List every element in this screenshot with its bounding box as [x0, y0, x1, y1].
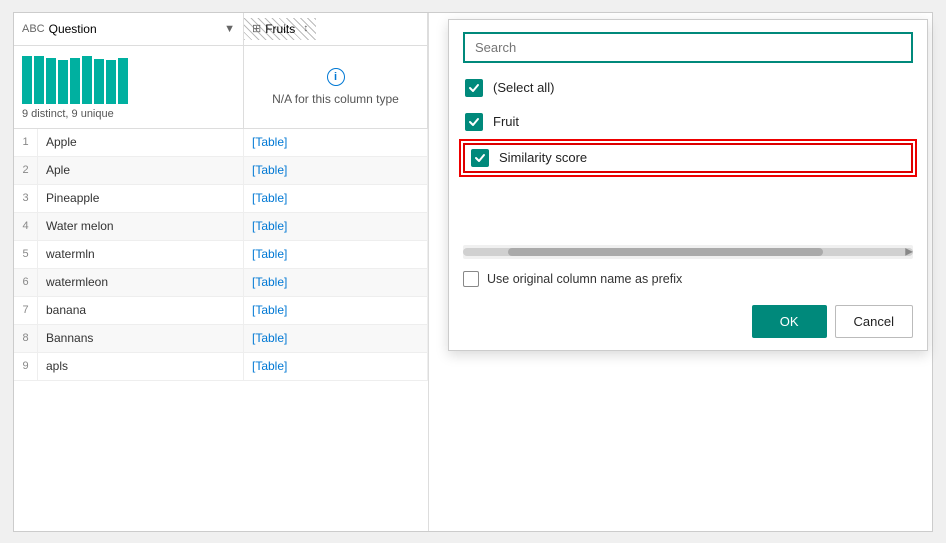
- cancel-button[interactable]: Cancel: [835, 305, 913, 338]
- dropdown-arrow-icon[interactable]: ▼: [224, 23, 235, 35]
- data-rows: 1 Apple [Table] 2 Aple [Table] 3 Pineapp…: [14, 129, 428, 531]
- table-row[interactable]: 3 Pineapple [Table]: [14, 185, 428, 213]
- search-input-wrapper[interactable]: [463, 32, 913, 63]
- row-question: Aple: [38, 157, 244, 184]
- col-question-label: Question: [49, 22, 97, 36]
- row-number: 4: [14, 213, 38, 240]
- table-header: ABC Question ▼ ⊞ Fruits ↕: [14, 13, 428, 46]
- bar-1: [22, 56, 32, 104]
- row-fruits[interactable]: [Table]: [244, 241, 428, 268]
- row-number: 2: [14, 157, 38, 184]
- bar-2: [34, 56, 44, 104]
- col-header-fruits[interactable]: ⊞ Fruits ↕: [244, 13, 428, 45]
- checkbox-box-fruit: [465, 113, 483, 131]
- bar-7: [94, 59, 104, 104]
- row-number: 9: [14, 353, 38, 380]
- data-table: ABC Question ▼ ⊞ Fruits ↕: [14, 13, 429, 531]
- row-number: 7: [14, 297, 38, 324]
- search-input[interactable]: [475, 40, 901, 55]
- row-number: 6: [14, 269, 38, 296]
- bar-6: [82, 56, 92, 104]
- prefix-checkbox-row[interactable]: Use original column name as prefix: [449, 263, 927, 295]
- row-number: 1: [14, 129, 38, 156]
- profile-row: 9 distinct, 9 unique i N/A for this colu…: [14, 46, 428, 129]
- profile-na-cell: i N/A for this column type: [244, 46, 428, 128]
- info-icon: i: [327, 68, 345, 86]
- table-row[interactable]: 8 Bannans [Table]: [14, 325, 428, 353]
- table-row[interactable]: 7 banana [Table]: [14, 297, 428, 325]
- prefix-checkbox-label: Use original column name as prefix: [487, 272, 682, 286]
- row-question: banana: [38, 297, 244, 324]
- col-header-question[interactable]: ABC Question ▼: [14, 13, 244, 45]
- checkbox-similarity[interactable]: Similarity score: [463, 143, 913, 173]
- checkbox-box-similarity: [471, 149, 489, 167]
- bar-9: [118, 58, 128, 104]
- row-fruits[interactable]: [Table]: [244, 185, 428, 212]
- scrollbar-thumb[interactable]: [508, 248, 823, 256]
- ok-button[interactable]: OK: [752, 305, 827, 338]
- checkbox-select-all[interactable]: (Select all): [463, 75, 913, 101]
- row-question: Pineapple: [38, 185, 244, 212]
- row-fruits[interactable]: [Table]: [244, 325, 428, 352]
- distinct-label: 9 distinct, 9 unique: [22, 108, 235, 120]
- scrollbar-area[interactable]: ◀ ▶: [463, 245, 913, 259]
- bar-3: [46, 58, 56, 104]
- row-question: Bannans: [38, 325, 244, 352]
- dialog-footer: OK Cancel: [449, 295, 927, 350]
- row-fruits[interactable]: [Table]: [244, 353, 428, 380]
- row-number: 3: [14, 185, 38, 212]
- spacer: [449, 181, 927, 241]
- dropdown-panel: (Select all) Fruit: [448, 19, 928, 351]
- dialog-overlay: (Select all) Fruit: [424, 13, 932, 531]
- checkbox-label-select-all: (Select all): [493, 80, 554, 95]
- row-question: Water melon: [38, 213, 244, 240]
- scrollbar-right-button[interactable]: ▶: [905, 246, 913, 257]
- row-fruits[interactable]: [Table]: [244, 129, 428, 156]
- table-row[interactable]: 4 Water melon [Table]: [14, 213, 428, 241]
- table-row[interactable]: 1 Apple [Table]: [14, 129, 428, 157]
- row-fruits[interactable]: [Table]: [244, 269, 428, 296]
- table-icon: ⊞: [252, 22, 261, 35]
- table-row[interactable]: 5 watermln [Table]: [14, 241, 428, 269]
- bar-4: [58, 60, 68, 104]
- bar-5: [70, 58, 80, 104]
- table-row[interactable]: 9 apls [Table]: [14, 353, 428, 381]
- prefix-checkbox-box[interactable]: [463, 271, 479, 287]
- checkbox-box-select-all: [465, 79, 483, 97]
- checkbox-fruit[interactable]: Fruit: [463, 109, 913, 135]
- row-fruits[interactable]: [Table]: [244, 157, 428, 184]
- bar-8: [106, 60, 116, 104]
- row-fruits[interactable]: [Table]: [244, 213, 428, 240]
- row-question: Apple: [38, 129, 244, 156]
- bar-chart: [22, 54, 235, 104]
- sort-icon[interactable]: ↕: [303, 23, 308, 34]
- row-number: 8: [14, 325, 38, 352]
- row-question: apls: [38, 353, 244, 380]
- checkbox-list: (Select all) Fruit: [449, 71, 927, 181]
- scrollbar-track: [463, 248, 913, 256]
- table-row[interactable]: 2 Aple [Table]: [14, 157, 428, 185]
- profile-chart-cell: 9 distinct, 9 unique: [14, 46, 244, 128]
- na-label: N/A for this column type: [272, 92, 399, 106]
- checkbox-label-similarity: Similarity score: [499, 150, 587, 165]
- row-fruits[interactable]: [Table]: [244, 297, 428, 324]
- search-area: [449, 20, 927, 71]
- checkbox-label-fruit: Fruit: [493, 114, 519, 129]
- row-question: watermln: [38, 241, 244, 268]
- row-number: 5: [14, 241, 38, 268]
- row-question: watermleon: [38, 269, 244, 296]
- abc-icon: ABC: [22, 23, 45, 35]
- table-row[interactable]: 6 watermleon [Table]: [14, 269, 428, 297]
- col-fruits-label: Fruits: [265, 22, 295, 36]
